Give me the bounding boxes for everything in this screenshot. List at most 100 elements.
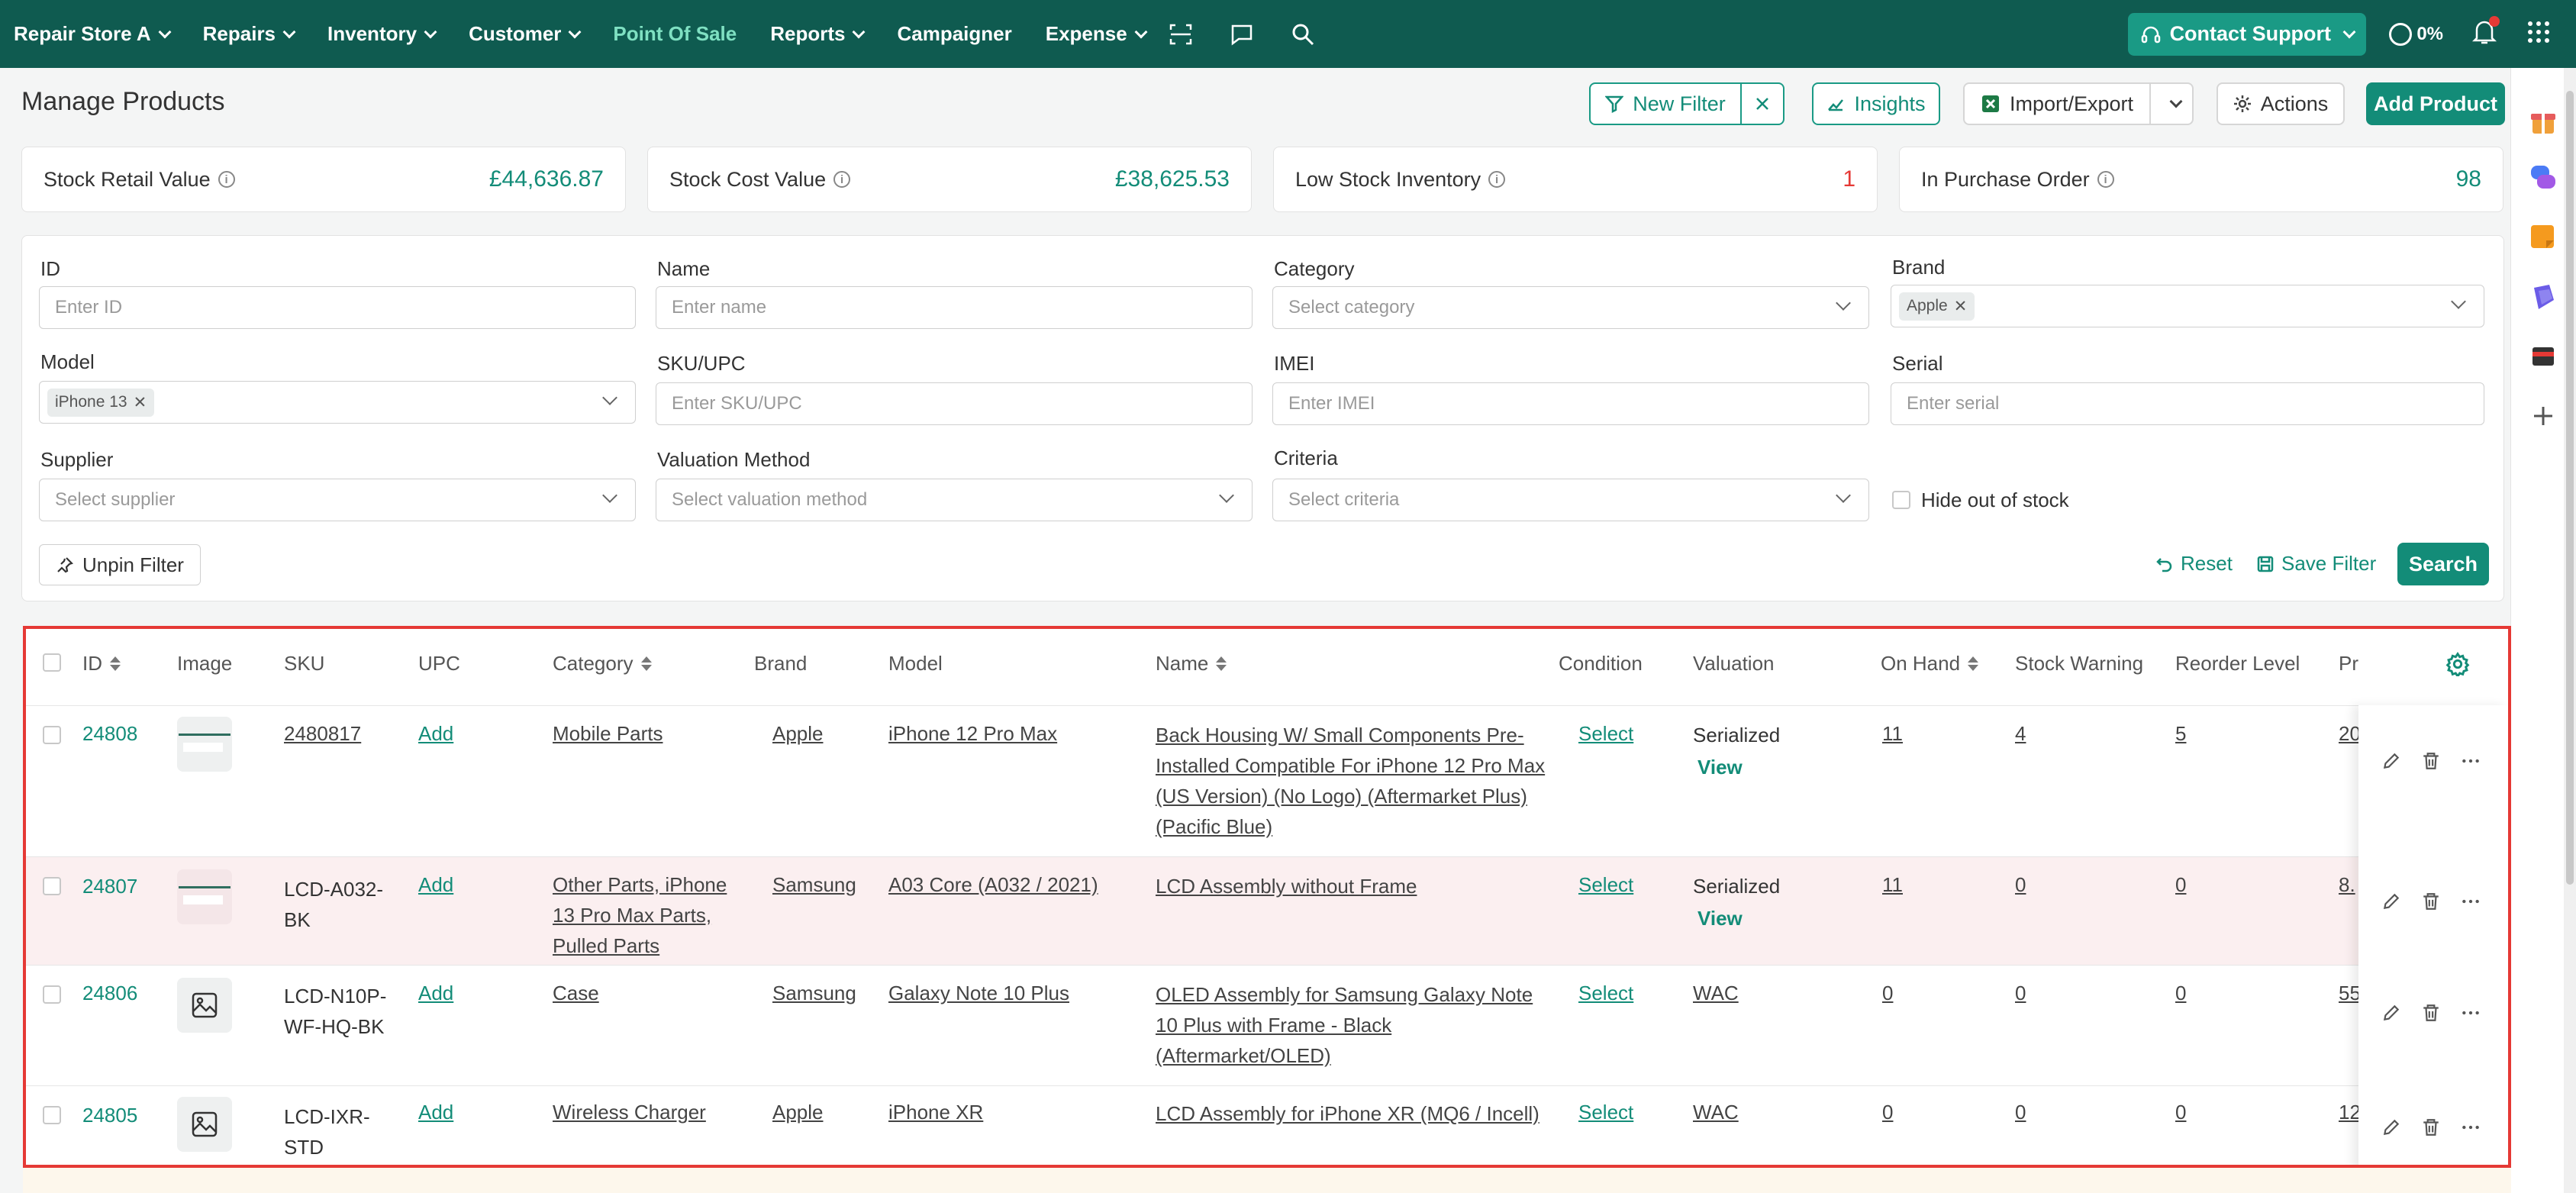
row-checkbox[interactable] — [43, 877, 61, 895]
more-options-icon[interactable] — [2461, 892, 2481, 911]
nav-expense[interactable]: Expense — [1046, 22, 1148, 46]
category-link[interactable]: Wireless Charger — [553, 1097, 706, 1127]
note-icon[interactable] — [2528, 222, 2558, 253]
more-options-icon[interactable] — [2461, 1117, 2481, 1137]
name-input[interactable]: Enter name — [656, 286, 1253, 329]
nav-point-of-sale[interactable]: Point Of Sale — [613, 22, 737, 46]
brand-chip[interactable]: Apple ✕ — [1899, 292, 1975, 321]
hide-out-of-stock-checkbox[interactable] — [1892, 491, 1910, 509]
product-thumbnail[interactable] — [177, 717, 232, 772]
trash-icon[interactable] — [2421, 1117, 2441, 1137]
product-name-link[interactable]: LCD Assembly without Frame — [1156, 871, 1417, 901]
save-filter-button[interactable]: Save Filter — [2257, 552, 2376, 576]
import-export-dropdown[interactable] — [2149, 82, 2194, 125]
condition-select-link[interactable]: Select — [1578, 718, 1633, 749]
info-icon[interactable]: i — [2097, 171, 2114, 188]
product-name-link[interactable]: LCD Assembly for iPhone XR (MQ6 / Incell… — [1156, 1098, 1539, 1129]
valuation-view-link[interactable]: View — [1697, 903, 1743, 933]
category-link[interactable]: Case — [553, 978, 599, 1008]
category-link[interactable]: Mobile Parts — [553, 718, 736, 749]
select-all-checkbox[interactable] — [43, 653, 61, 672]
chip-remove-icon[interactable]: ✕ — [1954, 297, 1968, 316]
row-checkbox[interactable] — [43, 1106, 61, 1124]
more-options-icon[interactable] — [2461, 1003, 2481, 1023]
column-header-on-hand[interactable]: On Hand — [1881, 652, 1979, 675]
chat-icon[interactable] — [1228, 21, 1256, 48]
search-icon[interactable] — [1289, 21, 1317, 48]
add-product-button[interactable]: Add Product — [2366, 82, 2505, 125]
valuation-link[interactable]: WAC — [1693, 978, 1739, 1008]
new-filter-button[interactable]: New Filter — [1589, 82, 1742, 125]
category-link[interactable]: Other Parts, iPhone 13 Pro Max Parts, Pu… — [553, 869, 743, 961]
model-chip[interactable]: iPhone 13 ✕ — [47, 388, 155, 417]
insights-button[interactable]: Insights — [1812, 82, 1940, 125]
add-upc-link[interactable]: Add — [418, 1097, 453, 1127]
reset-button[interactable]: Reset — [2156, 552, 2233, 576]
stock-warning-link[interactable]: 0 — [2015, 1097, 2026, 1127]
sku-link[interactable]: 2480817 — [284, 718, 361, 749]
progress-indicator[interactable]: 0% — [2389, 22, 2443, 46]
card-icon[interactable] — [2528, 341, 2558, 372]
brand-link[interactable]: Apple — [772, 718, 824, 749]
unpin-filter-button[interactable]: Unpin Filter — [39, 544, 201, 585]
brand-select[interactable]: Apple ✕ — [1891, 285, 2484, 327]
product-id-link[interactable]: 24808 — [82, 718, 137, 749]
shield-icon[interactable] — [2528, 282, 2558, 312]
import-export-button[interactable]: Import/Export — [1963, 82, 2151, 125]
stock-warning-link[interactable]: 0 — [2015, 869, 2026, 900]
trash-icon[interactable] — [2421, 892, 2441, 911]
scrollbar-thumb[interactable] — [2566, 91, 2574, 885]
criteria-select[interactable]: Select criteria — [1272, 479, 1869, 521]
imei-input[interactable]: Enter IMEI — [1272, 382, 1869, 425]
row-checkbox[interactable] — [43, 985, 61, 1004]
edit-icon[interactable] — [2381, 1117, 2401, 1137]
condition-select-link[interactable]: Select — [1578, 1097, 1633, 1127]
model-link[interactable]: A03 Core (A032 / 2021) — [888, 869, 1098, 900]
valuation-link[interactable]: WAC — [1693, 1097, 1739, 1127]
store-selector[interactable]: Repair Store A — [14, 22, 172, 46]
table-row[interactable]: 24806 LCD-N10P-WF-HQ-BK Add Case Samsung… — [26, 965, 2508, 1085]
on-hand-link[interactable]: 0 — [1882, 978, 1893, 1008]
table-row[interactable]: 24808 2480817 Add Mobile Parts Apple iPh… — [26, 705, 2508, 856]
nav-customer[interactable]: Customer — [469, 22, 582, 46]
edit-icon[interactable] — [2381, 892, 2401, 911]
sku-input[interactable]: Enter SKU/UPC — [656, 382, 1253, 425]
product-name-link[interactable]: OLED Assembly for Samsung Galaxy Note 10… — [1156, 979, 1552, 1071]
table-row[interactable]: 24807 LCD-A032-BK Add Other Parts, iPhon… — [26, 856, 2508, 965]
product-id-link[interactable]: 24807 — [82, 871, 137, 901]
chat-bubbles-icon[interactable] — [2528, 163, 2558, 193]
price-link[interactable]: 8. — [2339, 869, 2355, 900]
on-hand-link[interactable]: 11 — [1882, 869, 1903, 900]
add-upc-link[interactable]: Add — [418, 978, 453, 1008]
nav-repairs[interactable]: Repairs — [203, 22, 296, 46]
scan-icon[interactable] — [1167, 21, 1195, 48]
model-link[interactable]: iPhone XR — [888, 1097, 983, 1127]
supplier-select[interactable]: Select supplier — [39, 479, 636, 521]
trash-icon[interactable] — [2421, 751, 2441, 771]
notification-bell-icon[interactable] — [2471, 16, 2500, 49]
edit-icon[interactable] — [2381, 1003, 2401, 1023]
category-select[interactable]: Select category — [1272, 286, 1869, 329]
info-icon[interactable]: i — [218, 171, 235, 188]
on-hand-link[interactable]: 11 — [1882, 718, 1903, 749]
on-hand-link[interactable]: 0 — [1882, 1097, 1893, 1127]
condition-select-link[interactable]: Select — [1578, 978, 1633, 1008]
trash-icon[interactable] — [2421, 1003, 2441, 1023]
product-id-link[interactable]: 24806 — [82, 978, 137, 1008]
brand-link[interactable]: Apple — [772, 1097, 824, 1127]
reorder-level-link[interactable]: 0 — [2175, 978, 2186, 1008]
add-upc-link[interactable]: Add — [418, 718, 453, 749]
product-thumbnail[interactable] — [177, 869, 232, 924]
brand-link[interactable]: Samsung — [772, 978, 856, 1008]
condition-select-link[interactable]: Select — [1578, 869, 1633, 900]
nav-reports[interactable]: Reports — [770, 22, 866, 46]
reorder-level-link[interactable]: 5 — [2175, 718, 2186, 749]
table-row[interactable]: 24805 LCD-IXR-STD Add Wireless Charger A… — [26, 1085, 2508, 1165]
row-checkbox[interactable] — [43, 726, 61, 744]
search-button[interactable]: Search — [2397, 543, 2489, 585]
model-select[interactable]: iPhone 13 ✕ — [39, 381, 636, 424]
nav-inventory[interactable]: Inventory — [327, 22, 437, 46]
brand-link[interactable]: Samsung — [772, 869, 856, 900]
stock-warning-link[interactable]: 4 — [2015, 718, 2026, 749]
column-header-id[interactable]: ID — [82, 652, 121, 675]
